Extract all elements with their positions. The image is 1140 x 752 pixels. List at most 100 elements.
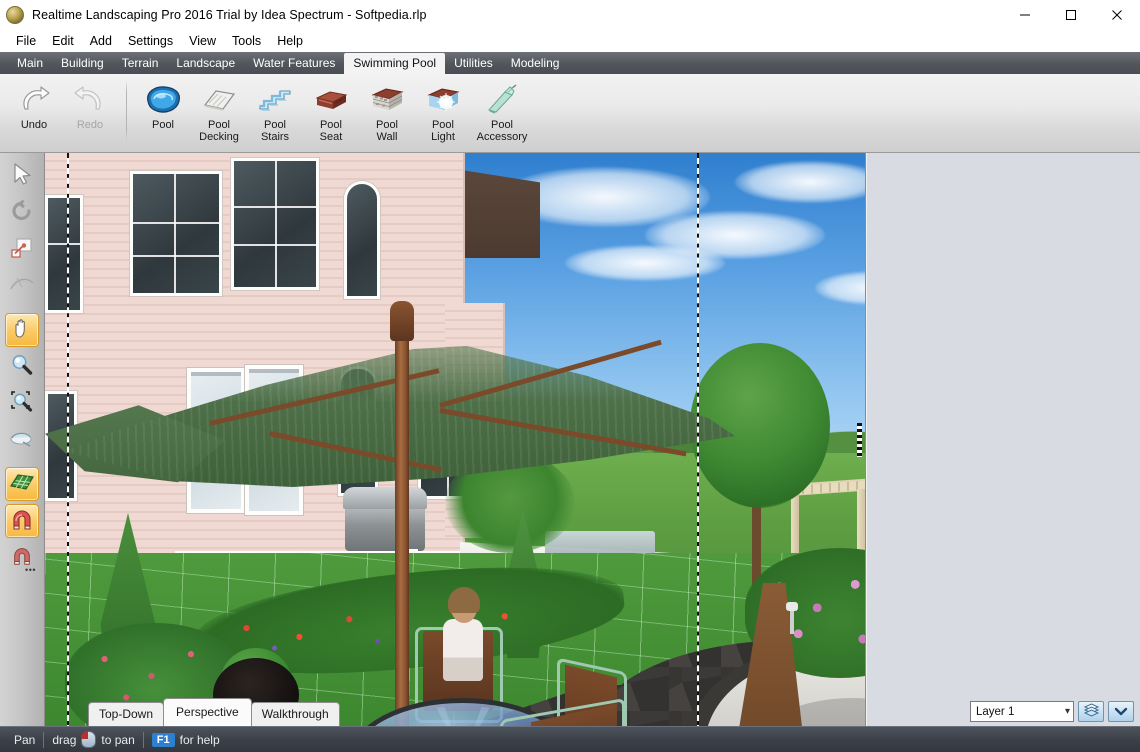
- selection-guide-right: [697, 153, 699, 726]
- globe-icon: [6, 5, 24, 24]
- rotate-arrow-icon: [9, 198, 35, 229]
- hand-icon: [9, 315, 35, 346]
- person-seated-rear: [443, 619, 483, 681]
- pan-tool[interactable]: [5, 313, 39, 347]
- house-window-arched: [344, 181, 380, 299]
- grid-icon: [9, 470, 35, 499]
- layer-select-value: Layer 1: [976, 705, 1015, 718]
- maximize-button[interactable]: [1048, 0, 1094, 30]
- path-light-head: [786, 602, 798, 611]
- tab-main[interactable]: Main: [8, 53, 52, 74]
- tab-terrain[interactable]: Terrain: [113, 53, 168, 74]
- pool-tools-group: Pool Pool Decking Pool Stairs Pool Seat …: [135, 78, 533, 143]
- select-tool[interactable]: [5, 159, 39, 193]
- status-pan-hint: drag to pan: [44, 731, 142, 748]
- cloud: [565, 245, 725, 281]
- umbrella-finial: [390, 301, 414, 341]
- tab-building[interactable]: Building: [52, 53, 113, 74]
- person-hair: [448, 587, 480, 613]
- curve-tool[interactable]: [5, 270, 39, 304]
- redo-arrow-icon: [70, 82, 110, 118]
- pool-accessory-icon: [482, 82, 522, 118]
- redo-label: Redo: [76, 119, 104, 131]
- undo-label: Undo: [20, 119, 48, 131]
- menu-view[interactable]: View: [181, 32, 224, 50]
- right-panel: [866, 153, 1140, 726]
- pool-icon: [143, 82, 183, 118]
- tab-swimming-pool[interactable]: Swimming Pool: [344, 53, 446, 74]
- pool-decking-button[interactable]: Pool Decking: [191, 78, 247, 143]
- layers-button[interactable]: [1078, 701, 1104, 722]
- minimize-button[interactable]: [1002, 0, 1048, 30]
- menu-edit[interactable]: Edit: [44, 32, 82, 50]
- title-bar: Realtime Landscaping Pro 2016 Trial by I…: [0, 0, 1140, 30]
- pool-accessory-label: Pool Accessory: [476, 119, 528, 143]
- tab-utilities[interactable]: Utilities: [445, 53, 502, 74]
- menu-add[interactable]: Add: [82, 32, 120, 50]
- pool-seat-label: Pool Seat: [319, 119, 343, 143]
- layer-select[interactable]: Layer 1 ▾: [970, 701, 1074, 722]
- pool-wall-button[interactable]: Pool Wall: [359, 78, 415, 143]
- toolbar-separator: [126, 80, 127, 142]
- magnet-settings-tool[interactable]: •••: [5, 541, 39, 575]
- close-button[interactable]: [1094, 0, 1140, 30]
- f1-key-badge: F1: [151, 732, 175, 747]
- outdoor-grill-lid: [343, 487, 427, 509]
- grid-snap-tool[interactable]: [5, 467, 39, 501]
- scale-handle-icon: [9, 235, 35, 266]
- undo-button[interactable]: Undo: [6, 78, 62, 131]
- status-help-hint: F1 for help: [144, 732, 228, 747]
- pool-decking-icon: [199, 82, 239, 118]
- tab-water-features[interactable]: Water Features: [244, 53, 344, 74]
- menu-tools[interactable]: Tools: [224, 32, 269, 50]
- menu-settings[interactable]: Settings: [120, 32, 181, 50]
- status-hint-prefix: drag: [52, 732, 77, 747]
- status-help-text: for help: [179, 732, 220, 747]
- menu-help[interactable]: Help: [269, 32, 311, 50]
- pool-wall-label: Pool Wall: [375, 119, 399, 143]
- pool-label: Pool: [151, 119, 175, 131]
- pool-stairs-icon: [255, 82, 295, 118]
- menu-bar: File Edit Add Settings View Tools Help: [0, 30, 1140, 52]
- magnifier-window-icon: [9, 389, 35, 420]
- rotate-tool[interactable]: [5, 196, 39, 230]
- view-tab-walkthrough[interactable]: Walkthrough: [250, 702, 340, 726]
- magnifier-icon: [9, 352, 35, 383]
- window-title: Realtime Landscaping Pro 2016 Trial by I…: [32, 7, 427, 22]
- house-window: [231, 158, 319, 290]
- magnet-settings-badge: •••: [25, 565, 36, 575]
- view-tab-perspective[interactable]: Perspective: [163, 698, 252, 726]
- curve-icon: [9, 272, 35, 303]
- layer-expand-button[interactable]: [1108, 701, 1134, 722]
- path-light: [790, 608, 794, 634]
- pool-stairs-button[interactable]: Pool Stairs: [247, 78, 303, 143]
- status-bar: Pan drag to pan F1 for help: [0, 726, 1140, 752]
- cursor-arrow-icon: [9, 161, 35, 192]
- pool-light-button[interactable]: Pool Light: [415, 78, 471, 143]
- redo-button[interactable]: Redo: [62, 78, 118, 131]
- scene-viewport[interactable]: ✋ ↕ Top-Down Perspective Walkthrough: [45, 153, 866, 726]
- tab-modeling[interactable]: Modeling: [502, 53, 569, 74]
- status-mode: Pan: [14, 732, 36, 747]
- umbrella-pole: [395, 323, 409, 726]
- menu-file[interactable]: File: [8, 32, 44, 50]
- selection-handle-right-edge[interactable]: [857, 423, 862, 457]
- pool-seat-button[interactable]: Pool Seat: [303, 78, 359, 143]
- magnet-snap-tool[interactable]: [5, 504, 39, 538]
- chevron-down-icon: [1114, 703, 1128, 721]
- pool-seat-icon: [311, 82, 351, 118]
- history-group: Undo Redo: [6, 78, 118, 131]
- orbit-tool[interactable]: [5, 424, 39, 458]
- zoom-tool[interactable]: [5, 350, 39, 384]
- status-hint-suffix: to pan: [101, 732, 135, 747]
- selection-guide-left: [67, 153, 69, 726]
- pool-accessory-button[interactable]: Pool Accessory: [471, 78, 533, 143]
- pool-light-icon: [423, 82, 463, 118]
- view-tab-top-down[interactable]: Top-Down: [88, 702, 165, 726]
- tab-landscape[interactable]: Landscape: [167, 53, 244, 74]
- pool-light-label: Pool Light: [431, 119, 455, 143]
- scale-tool[interactable]: [5, 233, 39, 267]
- orbit-icon: [9, 426, 35, 457]
- pool-button[interactable]: Pool: [135, 78, 191, 131]
- zoom-window-tool[interactable]: [5, 387, 39, 421]
